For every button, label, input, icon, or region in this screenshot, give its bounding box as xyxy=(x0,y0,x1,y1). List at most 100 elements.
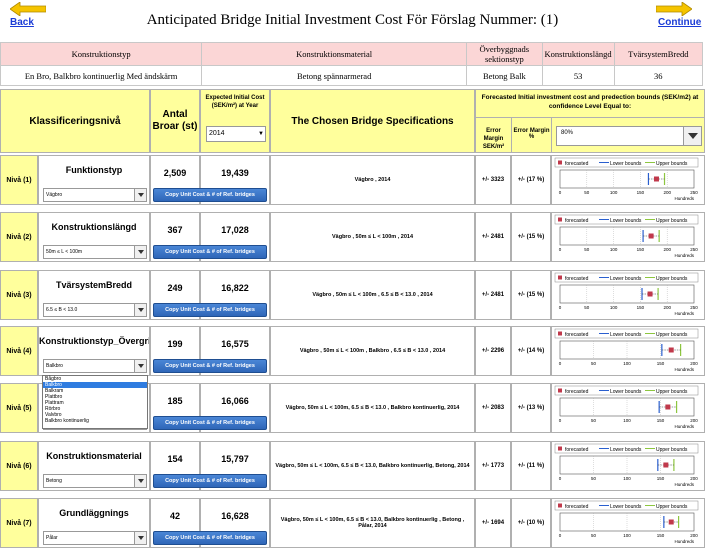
forecast-point xyxy=(668,519,674,525)
chevron-down-icon[interactable] xyxy=(134,304,146,316)
level-row: Nivå (6) Konstruktionsmaterial Betong 15… xyxy=(0,441,705,491)
forecast-chart: forecasted Lower bounds Upper bounds 0 50 100… xyxy=(551,270,705,320)
legend-upper-label: Upper bounds xyxy=(656,447,688,453)
dropdown-option[interactable]: Balkbro kontinuerlig xyxy=(43,418,147,424)
error-margin-pct: +/- (10 %) xyxy=(511,498,551,548)
legend-lower-label: Lower bounds xyxy=(610,276,642,282)
year-select[interactable]: 2014 ▼ xyxy=(206,126,266,142)
continue-label[interactable]: Continue xyxy=(658,17,701,28)
level-label: Nivå (2) xyxy=(0,212,38,262)
select-value: Pålar xyxy=(46,535,58,541)
chart-tick-label: 0 xyxy=(559,190,562,195)
level-criterion-select[interactable]: Betong xyxy=(43,474,147,488)
level-criterion-cell: TvärsystemBredd 6.5 ≤ B < 13.0 xyxy=(38,270,150,320)
level-criterion-cell: Grundläggnings Pålar xyxy=(38,498,150,548)
chart-tick-label: 50 xyxy=(591,533,597,538)
chevron-down-icon[interactable] xyxy=(134,532,146,544)
chart-tick-label: 50 xyxy=(584,305,590,310)
summary-value: Betong Balk xyxy=(466,65,543,86)
copy-unit-cost-button[interactable]: Copy Unit Cost & # of Ref. bridges xyxy=(153,474,267,488)
continue-button[interactable]: Continue xyxy=(652,2,701,30)
confidence-select[interactable]: 80% xyxy=(556,126,702,146)
forecast-point xyxy=(668,347,674,353)
legend-forecast-label: forecasted xyxy=(565,161,589,167)
legend-forecast-swatch xyxy=(558,160,562,165)
summary-header: Konstruktionslängd xyxy=(541,42,615,66)
chart-tick-label: 250 xyxy=(690,305,698,310)
copy-unit-cost-button[interactable]: Copy Unit Cost & # of Ref. bridges xyxy=(153,416,267,430)
column-header-expected-cost: Expected Initial Cost (SEK/m²) at Year 2… xyxy=(200,89,270,153)
chart-tick-label: 150 xyxy=(657,533,665,538)
copy-unit-cost-button[interactable]: Copy Unit Cost & # of Ref. bridges xyxy=(153,188,267,202)
copy-unit-cost-button[interactable]: Copy Unit Cost & # of Ref. bridges xyxy=(153,303,267,317)
level-criterion-name: TvärsystemBredd xyxy=(55,280,133,290)
summary-value: 36 xyxy=(613,65,704,86)
chevron-down-icon[interactable] xyxy=(134,189,146,201)
forecast-point xyxy=(647,291,653,297)
column-header-forecast: Forecasted Initial investment cost and p… xyxy=(475,89,705,153)
legend-forecast-swatch xyxy=(558,331,562,336)
error-margin: +/- 2481 xyxy=(475,270,511,320)
chevron-down-icon[interactable] xyxy=(134,360,146,372)
column-header-klassificering: Klassificeringsnivå xyxy=(0,89,150,153)
level-criterion-select[interactable]: 50m ≤ L < 100m xyxy=(43,245,147,259)
chart-tick-label: 200 xyxy=(663,190,671,195)
level-criterion-name: Konstruktionslängd xyxy=(51,222,137,232)
forecast-chart-svg: forecasted Lower bounds Upper bounds 0 50 100… xyxy=(554,214,699,258)
chart-tick-label: 200 xyxy=(663,247,671,252)
legend-upper-label: Upper bounds xyxy=(656,504,688,510)
chart-tick-label: 150 xyxy=(657,418,665,423)
copy-unit-cost-button[interactable]: Copy Unit Cost & # of Ref. bridges xyxy=(153,245,267,259)
level-criterion-select[interactable]: Balkbro xyxy=(43,359,147,373)
chosen-spec: Vägbro, 50m ≤ L < 100m, 6.5 ≤ B < 13.0 ,… xyxy=(270,383,475,433)
level-criterion-select[interactable]: Pålar xyxy=(43,531,147,545)
level-label: Nivå (7) xyxy=(0,498,38,548)
level-criterion-cell: Konstruktionstyp_Övergrip Balkbro xyxy=(38,326,150,376)
chart-tick-label: 100 xyxy=(623,533,631,538)
summary-header: Konstruktionsmaterial xyxy=(201,42,468,66)
chosen-label: The Chosen Bridge Specifications xyxy=(291,115,454,127)
legend-forecast-swatch xyxy=(558,275,562,280)
chevron-down-icon[interactable] xyxy=(134,246,146,258)
antal-label: Antal Broar (st) xyxy=(152,109,198,132)
legend-upper-label: Upper bounds xyxy=(656,161,688,167)
chart-tick-label: 0 xyxy=(559,247,562,252)
chevron-down-icon[interactable] xyxy=(134,475,146,487)
error-margin-pct: +/- (15 %) xyxy=(511,270,551,320)
chart-tick-label: 150 xyxy=(657,361,665,366)
chart-tick-label: 150 xyxy=(637,190,645,195)
chart-tick-label: 0 xyxy=(559,476,562,481)
error-margin: +/- 2296 xyxy=(475,326,511,376)
chart-tick-label: 100 xyxy=(610,247,618,252)
select-value: Vägbro xyxy=(46,192,63,198)
forecast-chart: forecasted Lower bounds Upper bounds 0 50 100… xyxy=(551,212,705,262)
chart-tick-label: 150 xyxy=(637,305,645,310)
copy-unit-cost-button[interactable]: Copy Unit Cost & # of Ref. bridges xyxy=(153,531,267,545)
forecast-point xyxy=(665,404,671,410)
chart-unit-label: Hundreds xyxy=(674,424,694,429)
level-criterion-select[interactable]: Vägbro xyxy=(43,188,147,202)
copy-unit-cost-button[interactable]: Copy Unit Cost & # of Ref. bridges xyxy=(153,359,267,373)
select-value: Balkbro xyxy=(46,363,63,369)
chart-tick-label: 50 xyxy=(591,418,597,423)
level-label: Nivå (1) xyxy=(0,155,38,205)
error-margin-header: Error Margin SEK/m² xyxy=(476,118,512,153)
error-margin: +/- 3323 xyxy=(475,155,511,205)
select-value: 50m ≤ L < 100m xyxy=(46,249,83,255)
chart-tick-label: 0 xyxy=(559,305,562,310)
chart-unit-label: Hundreds xyxy=(674,311,694,316)
level-row: Nivå (2) Konstruktionslängd 50m ≤ L < 10… xyxy=(0,212,705,262)
chart-tick-label: 200 xyxy=(690,533,698,538)
chart-plot-area xyxy=(559,226,695,246)
dropdown-list[interactable]: Bågbro Balkbro Balkram Plattbro Plattram Rörb… xyxy=(42,375,148,429)
chevron-down-icon[interactable] xyxy=(683,127,701,145)
error-margin-pct: +/- (17 %) xyxy=(511,155,551,205)
chart-tick-label: 100 xyxy=(623,361,631,366)
forecast-chart-svg: forecasted Lower bounds Upper bounds 0 50 100… xyxy=(554,385,699,429)
chart-tick-label: 0 xyxy=(559,418,562,423)
klass-label: Klassificeringsnivå xyxy=(29,115,121,127)
chart-unit-label: Hundreds xyxy=(674,367,694,372)
level-criterion-select[interactable]: 6.5 ≤ B < 13.0 xyxy=(43,303,147,317)
forecast-chart-svg: forecasted Lower bounds Upper bounds 0 50 100… xyxy=(554,157,699,201)
chart-tick-label: 100 xyxy=(623,476,631,481)
